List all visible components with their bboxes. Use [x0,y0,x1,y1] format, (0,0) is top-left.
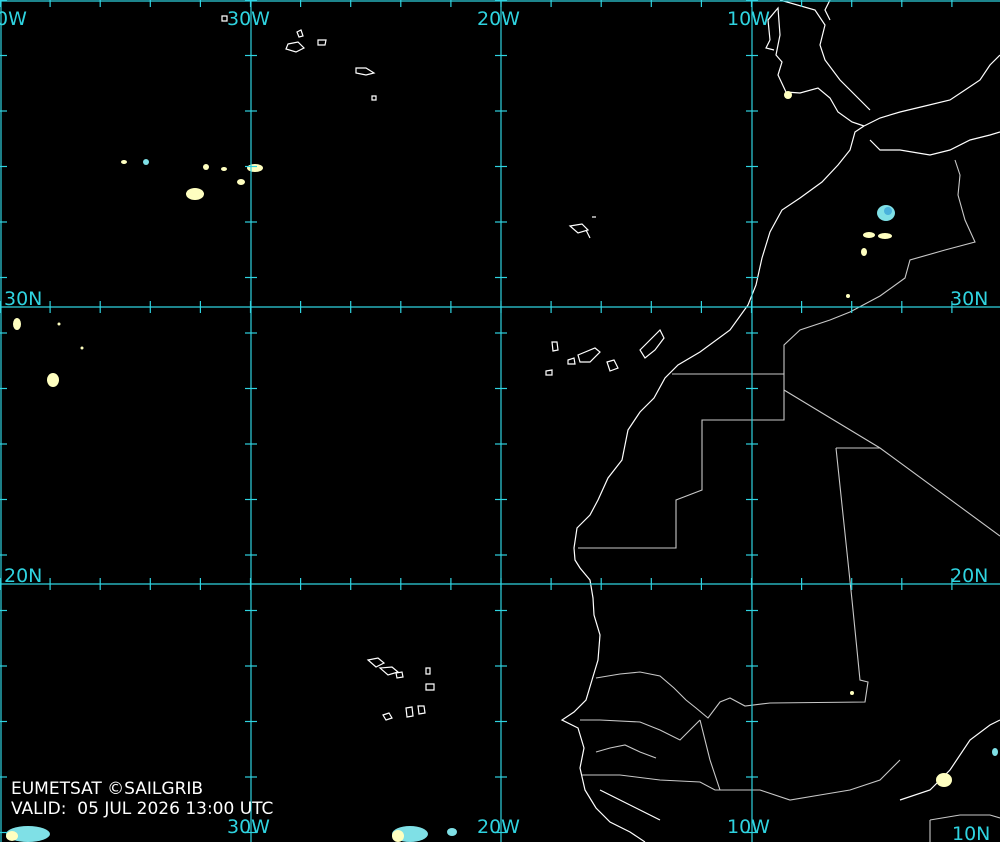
lon-label-top-10w: 10W [727,8,770,30]
lat-label-right-10n: 10N [952,823,990,842]
credit-source: EUMETSAT ©SAILGRIB [11,779,204,799]
credit-valid-time: VALID: 05 JUL 2026 13:00 UTC [11,799,274,819]
lon-label-bottom-20w: 20W [477,816,520,838]
lon-label-top-20w: 20W [477,8,520,30]
lon-label-top-0w: 0W [0,8,27,30]
map-background [0,0,1000,842]
lat-label-right-20n: 20N [950,565,988,587]
lon-label-bottom-10w: 10W [727,816,770,838]
lon-label-bottom-30w: 30W [227,816,270,838]
satellite-map: 0W 30W 20W 10W 30N 20N 30N 20N 10N 30W 2… [0,0,1000,842]
lat-label-left-30n: 30N [4,288,42,310]
lat-label-right-30n: 30N [950,288,988,310]
lat-label-left-20n: 20N [4,565,42,587]
lon-label-top-30w: 30W [227,8,270,30]
